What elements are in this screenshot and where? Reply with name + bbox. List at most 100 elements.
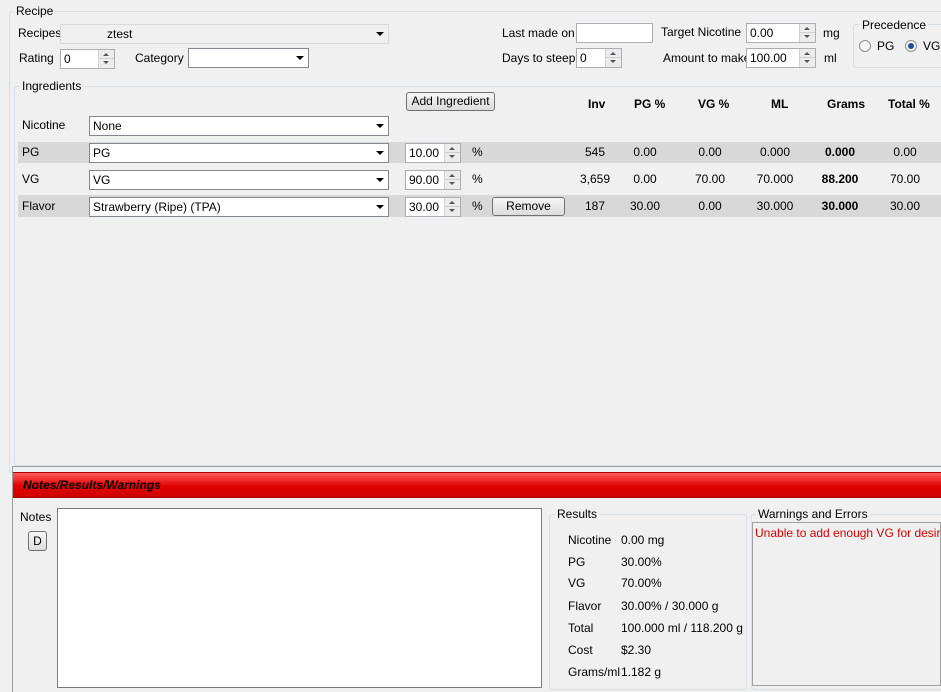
ingredient-select[interactable]: Strawberry (Ripe) (TPA)	[89, 197, 389, 217]
cell-inv: 187	[584, 199, 606, 213]
ingredient-percent: 90.00	[409, 173, 440, 187]
nicotine-value: None	[93, 119, 122, 133]
notes-header-title: Notes/Results/Warnings	[23, 478, 161, 492]
precedence-pg-label: PG	[877, 39, 895, 53]
spin-down-icon[interactable]	[606, 58, 621, 67]
col-vg: VG %	[698, 97, 730, 111]
precedence-vg-label: VG	[923, 39, 941, 53]
ingredient-percent-stepper[interactable]: 90.00	[405, 170, 461, 190]
rating-stepper[interactable]: 0	[60, 49, 115, 69]
warnings-box[interactable]: Unable to add enough VG for desired le	[752, 522, 941, 686]
target-nicotine-label: Target Nicotine	[661, 25, 742, 39]
recipe-group-title: Recipe	[14, 4, 56, 18]
spin-down-icon[interactable]	[445, 180, 460, 189]
ingredient-percent: 10.00	[409, 146, 440, 160]
ingredient-select[interactable]: PG	[89, 143, 389, 163]
row-label: PG	[22, 145, 40, 159]
spin-down-icon[interactable]	[99, 59, 114, 68]
target-nicotine-stepper[interactable]: 0.00	[746, 23, 816, 43]
result-pg-label: PG	[568, 555, 586, 569]
result-cost-label: Cost	[568, 643, 593, 657]
precedence-pg-radio[interactable]	[859, 40, 871, 52]
cell-ml: 0.000	[759, 145, 791, 159]
cell-inv: 3,659	[579, 172, 611, 186]
spin-down-icon[interactable]	[800, 33, 815, 42]
amount-unit: ml	[824, 51, 837, 65]
amount-stepper[interactable]: 100.00	[746, 48, 816, 68]
remove-button[interactable]: Remove	[492, 197, 565, 216]
last-made-label: Last made on	[502, 26, 575, 40]
days-steep-stepper[interactable]: 0	[576, 48, 622, 68]
result-vg-value: 70.00%	[621, 576, 662, 590]
warnings-title: Warnings and Errors	[756, 507, 870, 521]
notes-header-bar: Notes/Results/Warnings	[13, 472, 941, 498]
precedence-vg-radio[interactable]	[905, 40, 917, 52]
rating-label: Rating	[19, 51, 54, 65]
spin-down-icon[interactable]	[445, 153, 460, 162]
days-steep-label: Days to steep	[502, 51, 576, 65]
result-grams-label: Grams/ml	[568, 665, 620, 679]
results-title: Results	[555, 507, 600, 521]
notes-textarea[interactable]	[57, 508, 542, 688]
result-nicotine-label: Nicotine	[568, 533, 612, 547]
chevron-down-icon	[376, 32, 384, 36]
result-cost-value: $2.30	[621, 643, 652, 657]
result-flavor-value: 30.00% / 30.000 g	[621, 599, 719, 613]
percent-sign: %	[472, 199, 483, 213]
spin-up-icon[interactable]	[445, 171, 460, 180]
chevron-down-icon	[376, 205, 384, 209]
spin-down-icon[interactable]	[445, 207, 460, 216]
add-ingredient-button[interactable]: Add Ingredient	[406, 92, 495, 111]
notes-d-button[interactable]: D	[28, 531, 47, 551]
col-ml: ML	[771, 97, 789, 111]
spin-up-icon[interactable]	[99, 50, 114, 59]
row-label: VG	[22, 172, 40, 186]
spin-up-icon[interactable]	[606, 49, 621, 58]
ingredient-percent-stepper[interactable]: 30.00	[405, 197, 461, 217]
amount-value: 100.00	[750, 51, 787, 65]
cell-grams: 0.000	[824, 145, 856, 159]
spin-up-icon[interactable]	[445, 144, 460, 153]
ingredients-title: Ingredients	[20, 79, 84, 93]
result-flavor-label: Flavor	[568, 599, 602, 613]
percent-sign: %	[472, 145, 483, 159]
spin-up-icon[interactable]	[445, 198, 460, 207]
last-made-input[interactable]	[576, 23, 653, 43]
cell-grams: 30.000	[821, 199, 859, 213]
nicotine-label: Nicotine	[22, 118, 66, 132]
notes-label: Notes	[20, 510, 52, 524]
chevron-down-icon	[376, 124, 384, 128]
target-nicotine-unit: mg	[823, 26, 840, 40]
result-total-label: Total	[568, 621, 594, 635]
chevron-down-icon	[376, 151, 384, 155]
cell-ml: 70.000	[756, 172, 794, 186]
ingredient-name: PG	[93, 146, 111, 160]
recipes-label: Recipes	[18, 26, 62, 40]
ingredient-percent: 30.00	[409, 200, 440, 214]
col-grams: Grams	[827, 97, 866, 111]
days-steep-value: 0	[580, 51, 587, 65]
cell-total: 0.00	[893, 145, 917, 159]
chevron-down-icon	[376, 178, 384, 182]
precedence-title: Precedence	[860, 18, 929, 32]
amount-label: Amount to make	[663, 51, 751, 65]
spin-up-icon[interactable]	[800, 49, 815, 58]
chevron-down-icon	[296, 56, 304, 60]
spin-down-icon[interactable]	[800, 58, 815, 67]
category-select[interactable]	[188, 48, 309, 68]
ingredient-select[interactable]: VG	[89, 170, 389, 190]
ingredient-percent-stepper[interactable]: 10.00	[405, 143, 461, 163]
cell-total: 30.00	[889, 199, 921, 213]
nicotine-select[interactable]: None	[89, 116, 389, 136]
ingredient-name: Strawberry (Ripe) (TPA)	[93, 200, 221, 214]
cell-total: 70.00	[889, 172, 921, 186]
cell-vg: 70.00	[694, 172, 726, 186]
col-inv: Inv	[588, 97, 606, 111]
cell-inv: 545	[584, 145, 606, 159]
recipe-select[interactable]: ztest	[60, 24, 389, 44]
col-total: Total %	[888, 97, 930, 111]
rating-value: 0	[64, 52, 71, 66]
spin-up-icon[interactable]	[800, 24, 815, 33]
cell-pg: 30.00	[629, 199, 661, 213]
cell-pg: 0.00	[633, 145, 657, 159]
